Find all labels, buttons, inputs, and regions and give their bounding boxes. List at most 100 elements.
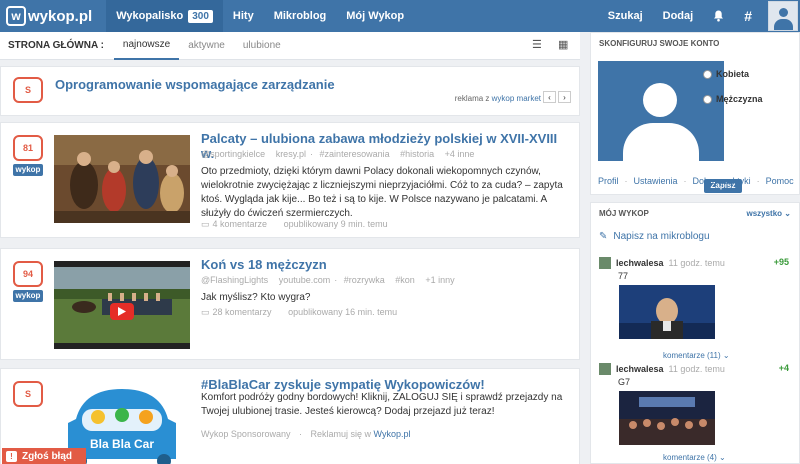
entry-text: 77 — [618, 271, 629, 281]
nav-moj-wykop[interactable]: Mój Wykop — [336, 0, 414, 32]
sidebar: SKONFIGURUJ SWOJE KONTO Kobieta Mężczyzn… — [590, 32, 800, 464]
view-toggle: ☰ ▦ — [532, 39, 570, 51]
tab-ulubione[interactable]: ulubione — [234, 32, 290, 60]
chevron-down-icon: ⌄ — [722, 351, 730, 360]
entry-score[interactable]: +4 — [779, 363, 789, 373]
entry-avatar — [599, 363, 611, 375]
tag-link[interactable]: #rozrywka — [344, 275, 385, 285]
entry-author[interactable]: lechwalesa 11 godz. temu — [599, 363, 725, 375]
source-link[interactable]: kresy.pl — [276, 149, 306, 159]
help-link[interactable]: Pomoc — [766, 176, 794, 186]
more-tags-link[interactable]: +1 inny — [425, 275, 454, 285]
ad-vote-badge[interactable]: S — [13, 77, 43, 103]
configure-account-title: SKONFIGURUJ SWOJE KONTO — [599, 39, 720, 48]
ad-title[interactable]: Oprogramowanie wspomagające zarządzanie — [55, 77, 335, 92]
vote-box: 94 wykop — [13, 261, 43, 302]
tab-najnowsze[interactable]: najnowsze — [113, 32, 180, 60]
wykop-button[interactable]: wykop — [13, 290, 43, 302]
comments-link[interactable]: 4 komentarze — [213, 219, 268, 229]
link-card: 81 wykop Palcaty – ulubiona zabawa młodz… — [0, 122, 580, 238]
sponsored-card: S Bla Bla Car #BlaBlaCar zyskuje sympati… — [0, 368, 580, 464]
vote-count: 81 — [13, 135, 43, 161]
tag-link[interactable]: #zainteresowania — [320, 149, 390, 159]
profile-link[interactable]: Profil — [598, 176, 619, 186]
link-title[interactable]: Koń vs 18 mężczyzn — [201, 257, 571, 272]
link-footer: ▭ 4 komentarze opublikowany 9 min. temu — [201, 219, 388, 230]
gender-male-radio[interactable]: Mężczyzna — [703, 94, 763, 104]
ad-arrows: ‹ › — [543, 91, 571, 103]
sponsored-title[interactable]: #BlaBlaCar zyskuje sympatię Wykopowiczów… — [201, 377, 571, 392]
configure-account-box: SKONFIGURUJ SWOJE KONTO Kobieta Mężczyzn… — [590, 32, 800, 195]
comments-link[interactable]: 28 komentarzy — [213, 307, 272, 317]
entry-image[interactable] — [619, 391, 715, 445]
entry-score[interactable]: +95 — [774, 257, 789, 267]
logo-icon: w — [6, 6, 26, 26]
chevron-down-icon: ⌄ — [784, 209, 791, 218]
gender-male-label: Mężczyzna — [716, 94, 763, 104]
nav-mikroblog[interactable]: Mikroblog — [264, 0, 337, 32]
next-arrow-icon[interactable]: › — [558, 91, 571, 103]
link-thumbnail[interactable] — [54, 135, 190, 223]
source-link[interactable]: youtube.com — [279, 275, 331, 285]
entry-comments-label: komentarze (4) — [663, 453, 717, 462]
entry-image[interactable] — [619, 285, 715, 339]
entry-comments-link[interactable]: komentarze (4) ⌄ — [663, 453, 726, 462]
entry-avatar — [599, 257, 611, 269]
entry-time: 11 godz. temu — [668, 364, 725, 374]
add-button[interactable]: Dodaj — [653, 0, 704, 32]
nav-wykopalisko[interactable]: Wykopalisko 300 — [106, 0, 223, 32]
user-avatar[interactable] — [768, 1, 798, 31]
all-dropdown[interactable]: wszystko ⌄ — [746, 209, 791, 218]
link-description: Jak myślisz? Kto wygra? — [201, 292, 311, 303]
wykop-button[interactable]: wykop — [13, 164, 43, 176]
bell-icon[interactable] — [703, 0, 734, 32]
blablacar-logo-text: Bla Bla Car — [89, 437, 155, 451]
author-link[interactable]: @FlashingLights — [201, 275, 268, 285]
my-wykop-title: MÓJ WYKOP — [599, 209, 649, 218]
sponsored-badge[interactable]: S — [13, 381, 43, 407]
logo-text: wykop.pl — [28, 7, 93, 25]
vote-box: S — [13, 381, 43, 407]
logo[interactable]: w wykop.pl — [6, 6, 92, 26]
chevron-down-icon: ⌄ — [719, 453, 726, 462]
write-microblog-link[interactable]: ✎ Napisz na mikroblogu — [599, 231, 710, 242]
link-card: 94 wykop Koń vs 18 mężczyzn @FlashingLig… — [0, 248, 580, 360]
ad-source-prefix: reklama z — [454, 94, 492, 103]
nav-right: Szukaj Dodaj # — [598, 0, 800, 32]
link-footer: ▭ 28 komentarzy opublikowany 16 min. temu — [201, 307, 397, 318]
nav-wykopalisko-label: Wykopalisko — [116, 10, 184, 22]
report-bug-button[interactable]: ! Zgłoś błąd — [2, 448, 86, 464]
comment-icon: ▭ — [201, 219, 210, 229]
sponsored-footer: Wykop Sponsorowany · Reklamuj się w Wyko… — [201, 429, 411, 439]
tag-link[interactable]: #kon — [395, 275, 415, 285]
good-practices-link[interactable]: Dobre praktyki — [693, 176, 751, 186]
video-thumbnail[interactable] — [54, 261, 190, 349]
ad-vote: S — [13, 77, 43, 103]
pencil-icon: ✎ — [599, 231, 608, 242]
entry-comments-link[interactable]: komentarze (11) ⌄ — [663, 351, 730, 360]
published-time: opublikowany 9 min. temu — [283, 219, 388, 229]
settings-link[interactable]: Ustawienia — [634, 176, 678, 186]
prev-arrow-icon[interactable]: ‹ — [543, 91, 556, 103]
advertise-link[interactable]: Wykop.pl — [374, 429, 411, 439]
entry-author[interactable]: lechwalesa 11 godz. temu — [599, 257, 725, 269]
tag-link[interactable]: #historia — [400, 149, 434, 159]
gender-female-radio[interactable]: Kobieta — [703, 69, 749, 79]
ad-source-link[interactable]: wykop market — [492, 94, 541, 103]
grid-view-icon[interactable]: ▦ — [558, 39, 570, 51]
author-link[interactable]: @sportingkielce — [201, 149, 265, 159]
nav-hity[interactable]: Hity — [223, 0, 264, 32]
search-button[interactable]: Szukaj — [598, 0, 653, 32]
sponsored-description: Komfort podróży godny bordowych! Kliknij… — [201, 392, 563, 417]
entry-comments-label: komentarze (11) — [663, 351, 721, 360]
radio-icon — [703, 94, 712, 104]
hashtag-button[interactable]: # — [734, 0, 762, 32]
sub-nav: STRONA GŁÓWNA : najnowsze aktywne ulubio… — [0, 32, 580, 60]
write-microblog-label: Napisz na mikroblogu — [613, 231, 710, 242]
list-view-icon[interactable]: ☰ — [532, 39, 544, 51]
tab-aktywne[interactable]: aktywne — [179, 32, 234, 60]
more-tags-link[interactable]: +4 inne — [445, 149, 475, 159]
sponsored-label: Wykop Sponsorowany — [201, 429, 291, 439]
ad-source: reklama z wykop market — [455, 94, 541, 103]
advertise-prefix: Reklamuj się w — [310, 429, 374, 439]
